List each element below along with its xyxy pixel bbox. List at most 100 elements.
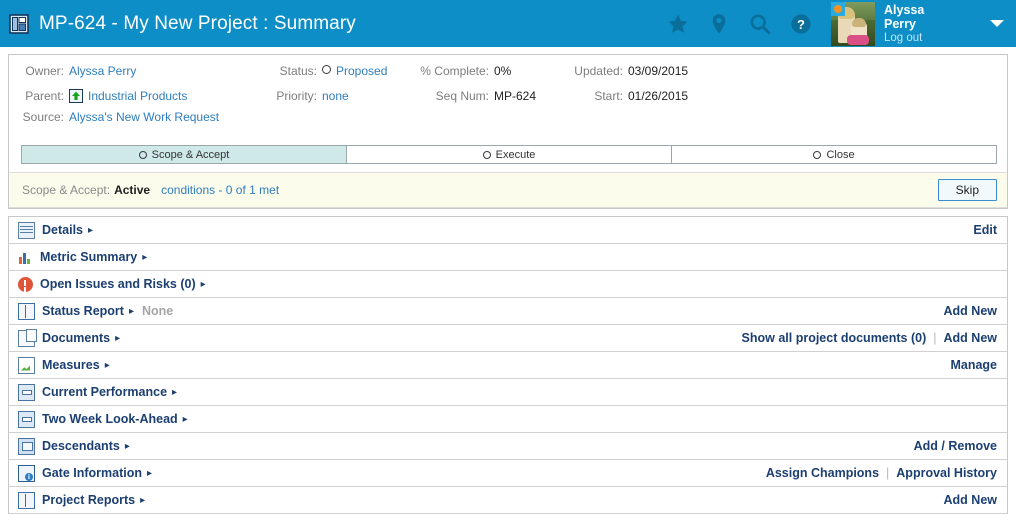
stage-radio-icon: [813, 150, 822, 159]
expand-arrow-icon[interactable]: ▸: [129, 306, 134, 317]
manage-link[interactable]: Manage: [950, 358, 997, 372]
summary-fields: Owner: Alyssa Perry Status: Proposed % C…: [9, 55, 1007, 143]
section-row-metric-summary[interactable]: Metric Summary ▸: [9, 244, 1007, 271]
expand-arrow-icon[interactable]: ▸: [147, 468, 152, 479]
stage-tab-execute[interactable]: Execute: [347, 146, 672, 163]
section-row-gate-information[interactable]: Gate Information ▸ Assign Champions | Ap…: [9, 460, 1007, 487]
edit-link[interactable]: Edit: [973, 223, 997, 237]
conditions-link[interactable]: conditions - 0 of 1 met: [161, 183, 279, 197]
section-label-gate-information[interactable]: Gate Information: [42, 466, 142, 480]
stage-tab-close[interactable]: Close: [672, 146, 996, 163]
assign-champions-link[interactable]: Assign Champions: [766, 466, 879, 480]
field-percent-complete: % Complete: 0%: [405, 64, 563, 78]
expand-arrow-icon[interactable]: ▸: [172, 387, 177, 398]
section-label-documents[interactable]: Documents: [42, 331, 110, 345]
action-separator: |: [933, 331, 937, 345]
stage-tab-execute-label: Execute: [495, 148, 536, 161]
parent-up-arrow-icon[interactable]: [69, 89, 83, 103]
show-all-project-documents-link[interactable]: Show all project documents (0): [742, 331, 927, 345]
field-parent-value[interactable]: Industrial Products: [88, 89, 187, 103]
logout-link[interactable]: Log out: [884, 32, 976, 45]
expand-arrow-icon[interactable]: ▸: [88, 225, 93, 236]
section-row-details[interactable]: Details ▸ Edit: [9, 217, 1007, 244]
metric-bars-icon: [18, 250, 33, 265]
field-priority-label: Priority:: [276, 89, 317, 103]
descendants-stack-icon: [18, 437, 35, 455]
stage-radio-icon: [138, 150, 147, 159]
app-header: MP-624 - My New Project : Summary ? Alys…: [0, 0, 1016, 47]
section-row-project-reports[interactable]: Project Reports ▸ Add New: [9, 487, 1007, 514]
section-label-project-reports[interactable]: Project Reports: [42, 493, 135, 507]
section-actions-project-reports: Add New: [944, 493, 997, 507]
action-separator: |: [886, 466, 890, 480]
avatar-photo-pink-object: [847, 34, 869, 45]
field-priority-value[interactable]: none: [322, 89, 349, 103]
field-source: Source: Alyssa's New Work Request: [22, 110, 265, 124]
stage-radio-icon: [482, 150, 491, 159]
expand-arrow-icon[interactable]: ▸: [183, 414, 188, 425]
section-label-descendants[interactable]: Descendants: [42, 439, 120, 453]
chevron-down-icon[interactable]: [990, 20, 1004, 27]
section-label-metric-summary[interactable]: Metric Summary: [40, 250, 137, 264]
section-label-two-week-look-ahead[interactable]: Two Week Look-Ahead: [42, 412, 178, 426]
expand-arrow-icon[interactable]: ▸: [125, 441, 130, 452]
section-row-documents[interactable]: Documents ▸ Show all project documents (…: [9, 325, 1007, 352]
section-label-status-report[interactable]: Status Report: [42, 304, 124, 318]
field-updated-label: Updated:: [574, 64, 623, 78]
add-new-link[interactable]: Add New: [944, 304, 997, 318]
section-label-measures[interactable]: Measures: [42, 358, 100, 372]
status-report-value: None: [141, 304, 174, 318]
section-row-status-report[interactable]: Status Report ▸ None Add New: [9, 298, 1007, 325]
field-percent-complete-value: 0%: [494, 64, 512, 78]
documents-icon: [18, 328, 37, 347]
field-status-value[interactable]: Proposed: [336, 64, 387, 78]
current-performance-table-icon: [18, 383, 35, 401]
add-new-link[interactable]: Add New: [944, 331, 997, 345]
skip-button[interactable]: Skip: [937, 179, 997, 201]
section-actions-gate-information: Assign Champions | Approval History: [766, 466, 997, 480]
page-title: MP-624 - My New Project : Summary: [39, 12, 356, 34]
section-label-current-performance[interactable]: Current Performance: [42, 385, 167, 399]
stage-tab-close-label: Close: [826, 148, 855, 161]
section-actions-measures: Manage: [950, 358, 997, 372]
help-icon[interactable]: ?: [789, 12, 813, 36]
location-pin-icon[interactable]: [707, 12, 731, 36]
section-row-current-performance[interactable]: Current Performance ▸: [9, 379, 1007, 406]
expand-arrow-icon[interactable]: ▸: [201, 279, 206, 290]
section-actions-details: Edit: [973, 223, 997, 237]
field-source-value[interactable]: Alyssa's New Work Request: [69, 110, 219, 124]
favorite-star-icon[interactable]: [666, 12, 690, 36]
approval-history-link[interactable]: Approval History: [896, 466, 997, 480]
field-owner-value[interactable]: Alyssa Perry: [69, 64, 136, 78]
user-name-line1: Alyssa: [884, 2, 925, 17]
user-name-line2: Perry: [884, 16, 916, 31]
search-icon[interactable]: [748, 12, 772, 36]
section-label-open-issues-and-risks[interactable]: Open Issues and Risks (0): [40, 277, 196, 291]
user-menu[interactable]: Alyssa Perry Log out: [884, 3, 976, 45]
avatar[interactable]: [831, 1, 875, 46]
summary-row-1: Owner: Alyssa Perry Status: Proposed % C…: [22, 64, 997, 87]
field-parent-label: Parent:: [25, 89, 64, 103]
expand-arrow-icon[interactable]: ▸: [142, 252, 147, 263]
svg-text:?: ?: [797, 17, 805, 32]
summary-panel: Owner: Alyssa Perry Status: Proposed % C…: [8, 54, 1008, 209]
expand-arrow-icon[interactable]: ▸: [105, 360, 110, 371]
stage-tab-scope-accept[interactable]: Scope & Accept: [22, 146, 347, 163]
field-seq-num-value: MP-624: [494, 89, 537, 103]
details-grid-icon: [18, 221, 35, 239]
section-row-open-issues-and-risks[interactable]: Open Issues and Risks (0) ▸: [9, 271, 1007, 298]
add-remove-link[interactable]: Add / Remove: [914, 439, 997, 453]
stage-condition-bar: Scope & Accept: Active conditions - 0 of…: [9, 172, 1007, 208]
add-new-link[interactable]: Add New: [944, 493, 997, 507]
section-actions-documents: Show all project documents (0) | Add New: [742, 331, 997, 345]
avatar-status-badge-icon: [831, 1, 845, 16]
expand-arrow-icon[interactable]: ▸: [140, 495, 145, 506]
gate-info-icon: [18, 464, 35, 482]
section-row-descendants[interactable]: Descendants ▸ Add / Remove: [9, 433, 1007, 460]
section-label-details[interactable]: Details: [42, 223, 83, 237]
expand-arrow-icon[interactable]: ▸: [115, 333, 120, 344]
summary-row-2: Parent: Industrial Products Priority: no…: [22, 87, 997, 110]
section-row-measures[interactable]: Measures ▸ Manage: [9, 352, 1007, 379]
section-row-two-week-look-ahead[interactable]: Two Week Look-Ahead ▸: [9, 406, 1007, 433]
field-percent-complete-label: % Complete:: [420, 64, 489, 78]
